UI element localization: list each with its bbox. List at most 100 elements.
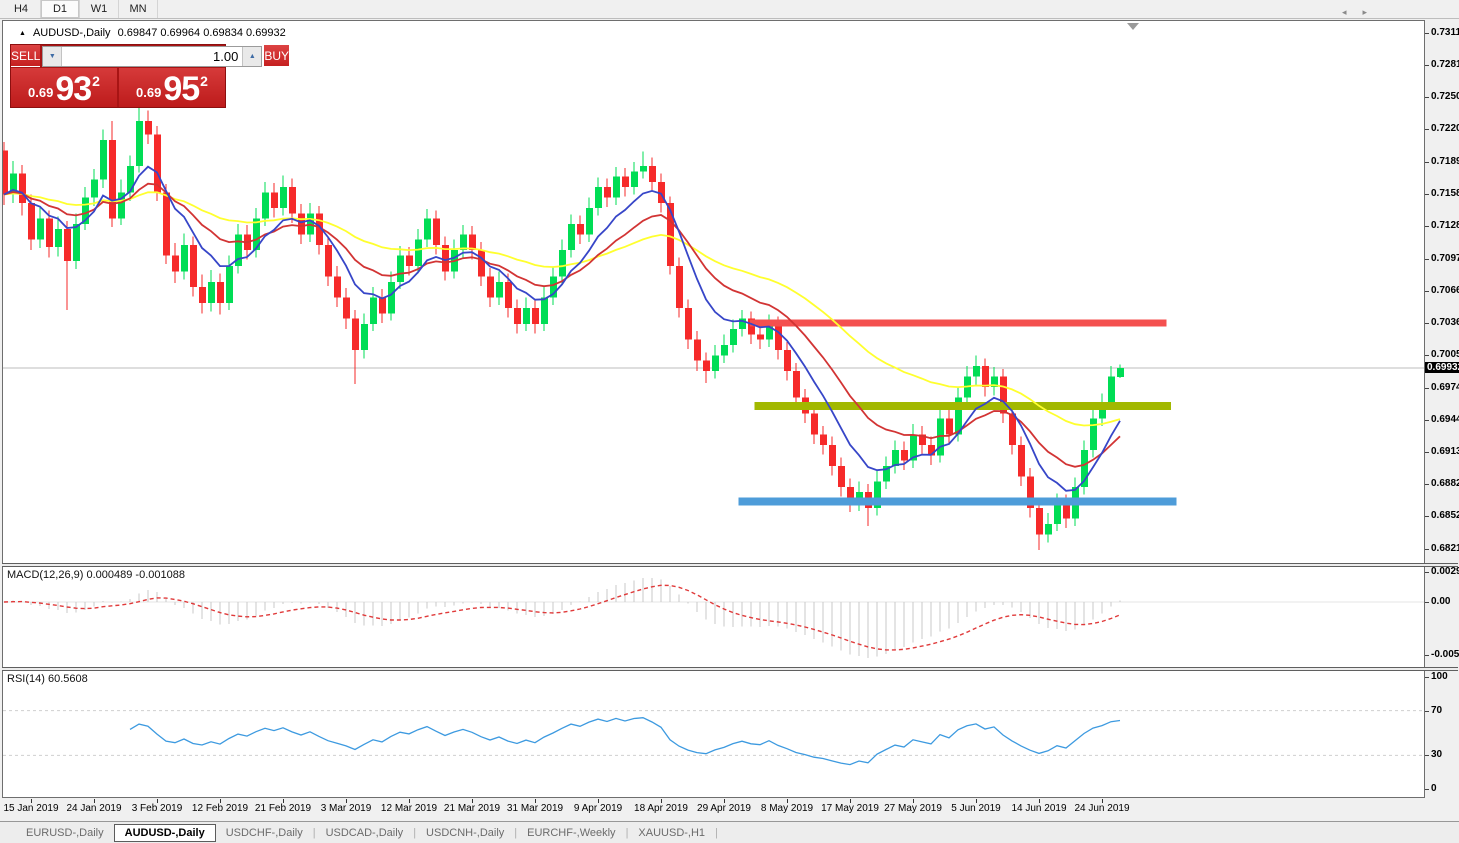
rsi-indicator-pane[interactable]: RSI(14) 60.5608 xyxy=(3,671,1424,797)
price-axis-label: 0.72505 xyxy=(1431,91,1459,103)
sell-price-display[interactable]: 0.69 93 2 xyxy=(11,68,117,107)
axis-tick xyxy=(1425,789,1429,790)
date-axis-label: 31 Mar 2019 xyxy=(506,803,564,814)
drawn-hline-hline_red[interactable] xyxy=(750,319,1167,327)
date-axis-label: 3 Feb 2019 xyxy=(131,803,183,814)
volume-stepper: ▼ ▲ xyxy=(42,46,263,67)
buy-button[interactable]: BUY xyxy=(264,45,290,67)
volume-input[interactable] xyxy=(62,47,243,66)
chart-title: ▲ AUDUSD-,Daily 0.69847 0.69964 0.69834 … xyxy=(19,27,286,39)
macd-signal-line xyxy=(3,584,1121,651)
candlestick-series xyxy=(3,105,1124,551)
macd-label: MACD(12,26,9) 0.000489 -0.001088 xyxy=(7,569,185,581)
tab-scroll-right-icon[interactable]: ▸ xyxy=(1362,7,1367,18)
axis-tick xyxy=(1425,258,1429,260)
price-axis-label: 0.71890 xyxy=(1431,155,1459,167)
timeframe-button-mn[interactable]: MN xyxy=(119,0,158,18)
rsi-axis-label: 70 xyxy=(1431,704,1443,716)
rsi-label: RSI(14) 60.5608 xyxy=(7,673,88,685)
macd-axis-label: -0.00525 xyxy=(1431,648,1459,660)
date-axis-label: 21 Feb 2019 xyxy=(254,803,312,814)
buy-price-sup: 2 xyxy=(200,73,208,89)
buy-price-display[interactable]: 0.69 95 2 xyxy=(119,68,225,107)
symbol-tab-bar: EURUSD-,Daily AUDUSD-,Daily USDCHF-,Daily |… xyxy=(0,821,1459,843)
axis-tick xyxy=(1425,226,1429,228)
symbol-tab-xauusd[interactable]: XAUUSD-,H1 xyxy=(628,824,715,842)
date-axis-label: 27 May 2019 xyxy=(884,803,942,814)
date-axis[interactable]: 15 Jan 2019 24 Jan 2019 3 Feb 2019 12 Feb 2… xyxy=(2,799,1425,818)
pane-splitter[interactable] xyxy=(2,563,1458,567)
tab-scroll-left-icon[interactable]: ◂ xyxy=(1342,7,1347,18)
rsi-axis-label: 0 xyxy=(1431,783,1437,794)
rsi-axis-label: 100 xyxy=(1431,671,1448,682)
axis-tick xyxy=(1425,290,1429,292)
drawn-hline-hline_blue[interactable] xyxy=(738,497,1177,506)
date-axis-label: 12 Feb 2019 xyxy=(191,803,249,814)
price-axis-label: 0.70970 xyxy=(1431,252,1459,264)
sell-price-big: 93 xyxy=(55,70,92,108)
ma-line-40 xyxy=(3,191,1121,427)
rsi-axis-label: 30 xyxy=(1431,749,1443,761)
timeframe-button-h4[interactable]: H4 xyxy=(2,0,41,18)
symbol-tab-usdcnh[interactable]: USDCNH-,Daily xyxy=(416,824,514,842)
price-axis[interactable]: 0.73115 0.72810 0.72505 0.72200 0.71890 0.715… xyxy=(1425,20,1459,800)
price-axis-label: 0.69440 xyxy=(1431,413,1459,425)
drawn-hline-hline_olive[interactable] xyxy=(754,401,1172,410)
timeframe-toolbar: H4 D1 W1 MN xyxy=(0,0,1459,19)
price-axis-label: 0.71585 xyxy=(1431,187,1459,199)
date-axis-label: 14 Jun 2019 xyxy=(1011,803,1067,814)
axis-tick xyxy=(1425,65,1429,67)
price-axis-label: 0.68520 xyxy=(1431,510,1459,522)
price-axis-label: 0.69130 xyxy=(1431,446,1459,458)
pane-splitter[interactable] xyxy=(2,667,1458,671)
axis-tick xyxy=(1425,387,1429,389)
date-axis-label: 21 Mar 2019 xyxy=(443,803,501,814)
current-price-badge: 0.69932 xyxy=(1425,361,1459,373)
axis-tick xyxy=(1425,97,1429,99)
buy-price-big: 95 xyxy=(163,70,200,108)
symbol-tab-audusd[interactable]: AUDUSD-,Daily xyxy=(113,823,216,842)
volume-increase-icon[interactable]: ▲ xyxy=(242,47,262,66)
volume-decrease-icon[interactable]: ▼ xyxy=(43,47,63,66)
symbol-tab-usdcad[interactable]: USDCAD-,Daily xyxy=(316,824,414,842)
price-axis-label: 0.72810 xyxy=(1431,59,1459,71)
sell-price-sup: 2 xyxy=(92,73,100,89)
terminal-window: H4 D1 W1 MN ▲ AUDUSD-,Daily 0.69847 0.69964… xyxy=(0,0,1459,843)
axis-tick xyxy=(1425,419,1429,421)
date-axis-label: 24 Jan 2019 xyxy=(66,803,122,814)
sell-button[interactable]: SELL xyxy=(11,45,41,67)
timeframe-button-d1[interactable]: D1 xyxy=(41,0,80,18)
axis-tick xyxy=(1425,602,1429,603)
date-axis-label: 5 Jun 2019 xyxy=(951,803,1001,814)
symbol-tab-usdchf[interactable]: USDCHF-,Daily xyxy=(216,824,313,842)
price-axis-label: 0.73115 xyxy=(1431,26,1459,38)
axis-tick xyxy=(1425,161,1429,163)
symbol-tab-eurusd[interactable]: EURUSD-,Daily xyxy=(16,824,114,842)
symbol-marker-icon: ▲ xyxy=(19,29,26,37)
macd-histogram xyxy=(12,577,1121,658)
axis-tick xyxy=(1425,193,1429,195)
chart-title-symbol: AUDUSD-,Daily xyxy=(32,27,111,39)
date-axis-label: 24 Jun 2019 xyxy=(1074,803,1130,814)
tab-scroll-arrows: ◂ ▸ xyxy=(1342,7,1367,18)
price-chart-pane[interactable]: ▲ AUDUSD-,Daily 0.69847 0.69964 0.69834 … xyxy=(3,21,1424,563)
axis-tick xyxy=(1425,710,1429,712)
sell-price-prefix: 0.69 xyxy=(28,85,54,100)
chart-shift-marker-icon[interactable] xyxy=(1127,23,1139,30)
timeframe-button-w1[interactable]: W1 xyxy=(80,0,119,18)
chart-title-ohlc: 0.69847 0.69964 0.69834 0.69932 xyxy=(117,27,286,39)
price-axis-label: 0.70360 xyxy=(1431,316,1459,328)
date-axis-label: 17 May 2019 xyxy=(821,803,879,814)
date-axis-label: 18 Apr 2019 xyxy=(634,803,688,814)
price-axis-label: 0.68825 xyxy=(1431,478,1459,490)
macd-indicator-pane[interactable]: MACD(12,26,9) 0.000489 -0.001088 xyxy=(3,567,1424,667)
axis-tick xyxy=(1425,677,1429,678)
symbol-tab-eurchf[interactable]: EURCHF-,Weekly xyxy=(517,824,625,842)
price-axis-label: 0.70665 xyxy=(1431,284,1459,296)
macd-axis-label: 0.002984 xyxy=(1431,565,1459,577)
buy-price-prefix: 0.69 xyxy=(136,85,162,100)
date-axis-label: 9 Apr 2019 xyxy=(573,803,623,814)
axis-tick xyxy=(1425,755,1429,757)
macd-axis-label: 0.00 xyxy=(1431,596,1451,607)
ma-line-8 xyxy=(3,165,1121,492)
